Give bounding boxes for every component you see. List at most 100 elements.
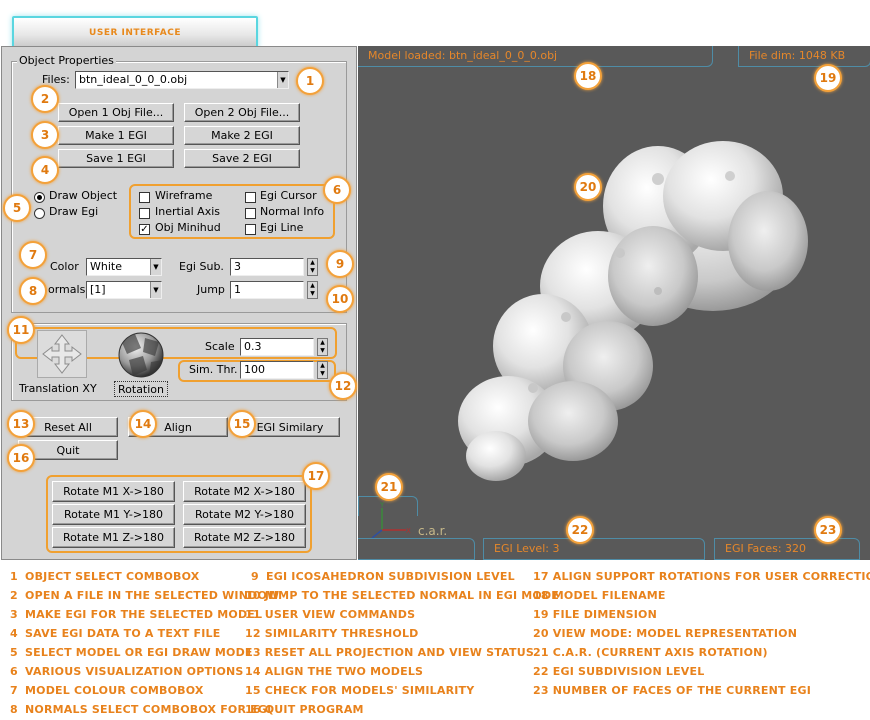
translation-xy-control[interactable] [37,330,87,378]
files-combobox[interactable]: btn_ideal_0_0_0.obj ▼ [75,71,289,89]
badge-21: 21 [375,473,403,501]
legend-item: 15 CHECK FOR MODELS' SIMILARITY [245,684,475,697]
legend-item: 23 NUMBER OF FACES OF THE CURRENT EGI [533,684,812,697]
rotation-control[interactable] [115,330,167,380]
legend-item: 11 USER VIEW COMMANDS [245,608,416,621]
rotate-m1-x-button[interactable]: Rotate M1 X->180 [52,481,175,502]
wireframe-checkbox[interactable] [139,192,150,203]
badge-17: 17 [302,462,330,490]
badge-15: 15 [228,410,256,438]
jump-spinner[interactable]: ▲ ▼ [307,281,318,299]
badge-9: 9 [326,250,354,278]
legend-item: 17 ALIGN SUPPORT ROTATIONS FOR USER CORR… [533,570,870,583]
rotation-label: Rotation [118,383,165,396]
draw-object-label: Draw Object [49,189,118,202]
scale-spinner[interactable]: ▲ ▼ [317,338,328,356]
badge-8: 8 [19,277,47,305]
obj-minihud-checkbox[interactable]: ✓ [139,224,150,235]
badge-7: 7 [19,241,47,269]
badge-5: 5 [3,194,31,222]
model-shape [458,141,808,481]
rotate-m2-x-button[interactable]: Rotate M2 X->180 [183,481,306,502]
draw-egi-radio[interactable] [34,208,45,219]
inertial-axis-checkbox[interactable] [139,208,150,219]
wireframe-label: Wireframe [155,189,213,202]
badge-4: 4 [31,156,59,184]
draw-object-radio[interactable] [34,192,45,203]
legend-item: 18 MODEL FILENAME [533,589,666,602]
rotate-m1-z-button[interactable]: Rotate M1 Z->180 [52,527,175,548]
badge-6: 6 [323,176,351,204]
badge-10: 10 [326,285,354,313]
egi-sub-spinner[interactable]: ▲ ▼ [307,258,318,276]
scale-field[interactable]: 0.3 [240,338,314,356]
egi-level: EGI Level: 3 [494,542,560,555]
legend-item: 5 SELECT MODEL OR EGI DRAW MODE [10,646,253,659]
rotate-m2-y-button[interactable]: Rotate M2 Y->180 [183,504,306,525]
normal-info-checkbox[interactable] [245,208,256,219]
badge-23: 23 [814,516,842,544]
egi-level-tab: EGI Level: 3 [483,538,705,560]
badge-14: 14 [129,410,157,438]
color-combobox[interactable]: White ▼ [86,258,162,276]
legend-item: 22 EGI SUBDIVISION LEVEL [533,665,705,678]
egi-sub-field[interactable]: 3 [230,258,304,276]
model-viewport[interactable]: Model loaded: btn_ideal_0_0_0.obj File d… [358,46,870,560]
open-1-obj-button[interactable]: Open 1 Obj File... [58,103,174,122]
object-properties-title: Object Properties [17,54,116,67]
normals-combobox[interactable]: [1] ▼ [86,281,162,299]
rotate-m2-z-button[interactable]: Rotate M2 Z->180 [183,527,306,548]
legend-item: 19 FILE DIMENSION [533,608,657,621]
files-label: Files: [42,73,70,86]
title-tab: USER INTERFACE [12,16,258,50]
badge-3: 3 [31,121,59,149]
normals-combobox-value: [1] [90,283,106,296]
badge-2: 2 [31,85,59,113]
legend-item: 3 MAKE EGI FOR THE SELECTED MODEL [10,608,263,621]
color-combobox-value: White [90,260,122,273]
egi-cursor-checkbox[interactable] [245,192,256,203]
car-label: c.a.r. [418,524,448,538]
legend-item: 7 MODEL COLOUR COMBOBOX [10,684,204,697]
badge-22: 22 [566,516,594,544]
sim-threshold-label: Sim. Thr. [189,363,238,376]
egi-faces: EGI Faces: 320 [725,542,807,555]
normal-info-label: Normal Info [260,205,325,218]
rotation-label-box: Rotation [114,381,168,397]
legend-item: 21 C.A.R. (CURRENT AXIS ROTATION) [533,646,768,659]
legend-item: 1 OBJECT SELECT COMBOBOX [10,570,200,583]
make-1-egi-button[interactable]: Make 1 EGI [58,126,174,145]
svg-text:X: X [406,527,411,535]
color-label: Color [50,260,79,273]
sim-threshold-field[interactable]: 100 [240,361,314,379]
make-2-egi-button[interactable]: Make 2 EGI [184,126,300,145]
legend-item: 20 VIEW MODE: MODEL REPRESENTATION [533,627,798,640]
rotation-sphere-icon [118,332,164,378]
model-render [458,141,808,481]
chevron-down-icon[interactable]: ▼ [277,72,288,88]
save-2-egi-button[interactable]: Save 2 EGI [184,149,300,168]
files-combobox-value: btn_ideal_0_0_0.obj [79,73,188,86]
legend-item: 13 RESET ALL PROJECTION AND VIEW STATUS [245,646,534,659]
open-2-obj-button[interactable]: Open 2 Obj File... [184,103,300,122]
jump-field[interactable]: 1 [230,281,304,299]
jump-label: Jump [197,283,225,296]
page-title: USER INTERFACE [89,28,181,38]
chevron-down-icon[interactable]: ▼ [150,259,161,275]
legend-item: 6 VARIOUS VISUALIZATION OPTIONS [10,665,244,678]
egi-faces-tab: EGI Faces: 320 [714,538,860,560]
chevron-down-icon[interactable]: ▼ [150,282,161,298]
egi-line-checkbox[interactable] [245,224,256,235]
badge-11: 11 [7,316,35,344]
legend-item: 14 ALIGN THE TWO MODELS [245,665,424,678]
badge-19: 19 [814,64,842,92]
sim-threshold-spinner[interactable]: ▲ ▼ [317,361,328,379]
egi-sub-label: Egi Sub. [179,260,224,273]
translation-xy-label: Translation XY [19,382,97,395]
scale-label: Scale [205,340,235,353]
badge-13: 13 [7,410,35,438]
rotate-m1-y-button[interactable]: Rotate M1 Y->180 [52,504,175,525]
legend-item: 12 SIMILARITY THRESHOLD [245,627,419,640]
normals-label: ormals [48,283,86,296]
save-1-egi-button[interactable]: Save 1 EGI [58,149,174,168]
